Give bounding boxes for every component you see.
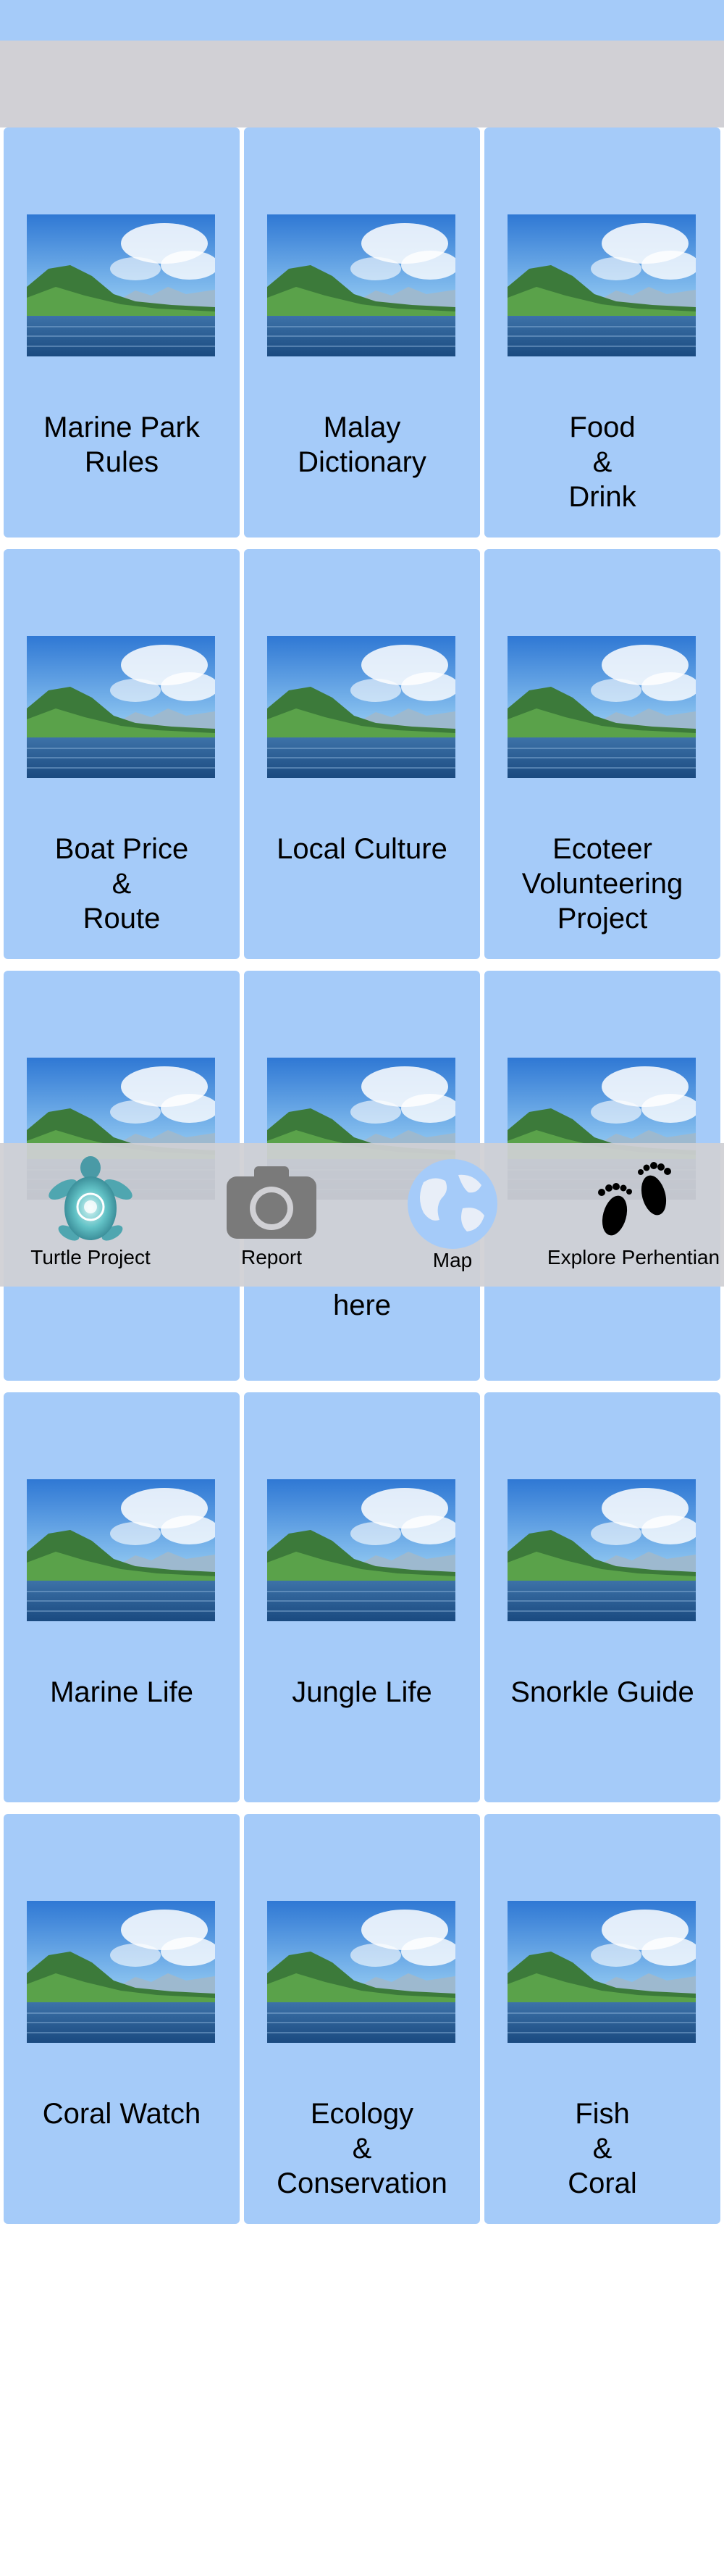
landscape-image: [508, 636, 696, 778]
landscape-image: [27, 1901, 215, 2043]
landscape-image: [27, 1479, 215, 1621]
landscape-image: [27, 636, 215, 778]
tab-bar: Turtle Project Report Map Explore Perhen…: [0, 1143, 724, 1287]
tab-map[interactable]: Map: [362, 1143, 543, 1287]
landscape-image: [267, 1479, 455, 1621]
tile-label: Jungle Life: [292, 1676, 432, 1708]
tile-label: Marine Park Rules: [43, 411, 200, 478]
tab-label: Report: [240, 1246, 303, 1268]
tab-label: Explore Perhentian: [547, 1246, 720, 1268]
tile-malay-dictionary[interactable]: Malay Dictionary: [244, 127, 480, 538]
tile-jungle-life[interactable]: Jungle Life: [244, 1392, 480, 1802]
tile-label: here: [332, 1289, 392, 1321]
tile-coral-watch[interactable]: Coral Watch: [4, 1814, 240, 2224]
landscape-image: [267, 636, 455, 778]
tab-label: Turtle Project: [30, 1246, 151, 1268]
footprints-icon: [583, 1153, 684, 1252]
tile-marine-park-rules[interactable]: Marine Park Rules: [4, 127, 240, 538]
tile-label: Ecoteer Volunteering Project: [521, 833, 683, 934]
tile-label: Snorkle Guide: [510, 1676, 694, 1708]
tile-label: Boat Price & Route: [54, 833, 189, 934]
turtle-icon: [40, 1153, 141, 1252]
landscape-image: [267, 214, 455, 356]
tile-snorkle-guide[interactable]: Snorkle Guide: [484, 1392, 720, 1802]
status-bar: [0, 0, 724, 41]
tile-food-drink[interactable]: Food & Drink: [484, 127, 720, 538]
globe-icon: [402, 1153, 503, 1252]
landscape-image: [508, 1901, 696, 2043]
tab-label: Map: [432, 1249, 473, 1271]
tile-marine-life[interactable]: Marine Life: [4, 1392, 240, 1802]
navigation-header: [0, 41, 724, 127]
tile-label: Malay Dictionary: [298, 411, 426, 478]
tile-label: Marine Life: [50, 1676, 193, 1708]
tile-fish-coral[interactable]: Fish & Coral: [484, 1814, 720, 2224]
tab-explore-perhentian[interactable]: Explore Perhentian: [543, 1143, 724, 1287]
tab-report[interactable]: Report: [181, 1143, 362, 1287]
tile-local-culture[interactable]: Local Culture: [244, 549, 480, 959]
tile-label: Local Culture: [277, 833, 447, 865]
tile-ecology-conservation[interactable]: Ecology & Conservation: [244, 1814, 480, 2224]
camera-icon: [221, 1153, 322, 1252]
tile-label: Fish & Coral: [568, 2098, 637, 2199]
landscape-image: [267, 1901, 455, 2043]
landscape-image: [508, 214, 696, 356]
tab-turtle-project[interactable]: Turtle Project: [0, 1143, 181, 1287]
landscape-image: [508, 1479, 696, 1621]
tile-ecoteer-volunteering[interactable]: Ecoteer Volunteering Project: [484, 549, 720, 959]
tile-label: Ecology & Conservation: [277, 2098, 447, 2199]
tile-boat-price-route[interactable]: Boat Price & Route: [4, 549, 240, 959]
tile-label: Food & Drink: [568, 411, 636, 513]
tile-label: Coral Watch: [42, 2098, 201, 2130]
landscape-image: [27, 214, 215, 356]
